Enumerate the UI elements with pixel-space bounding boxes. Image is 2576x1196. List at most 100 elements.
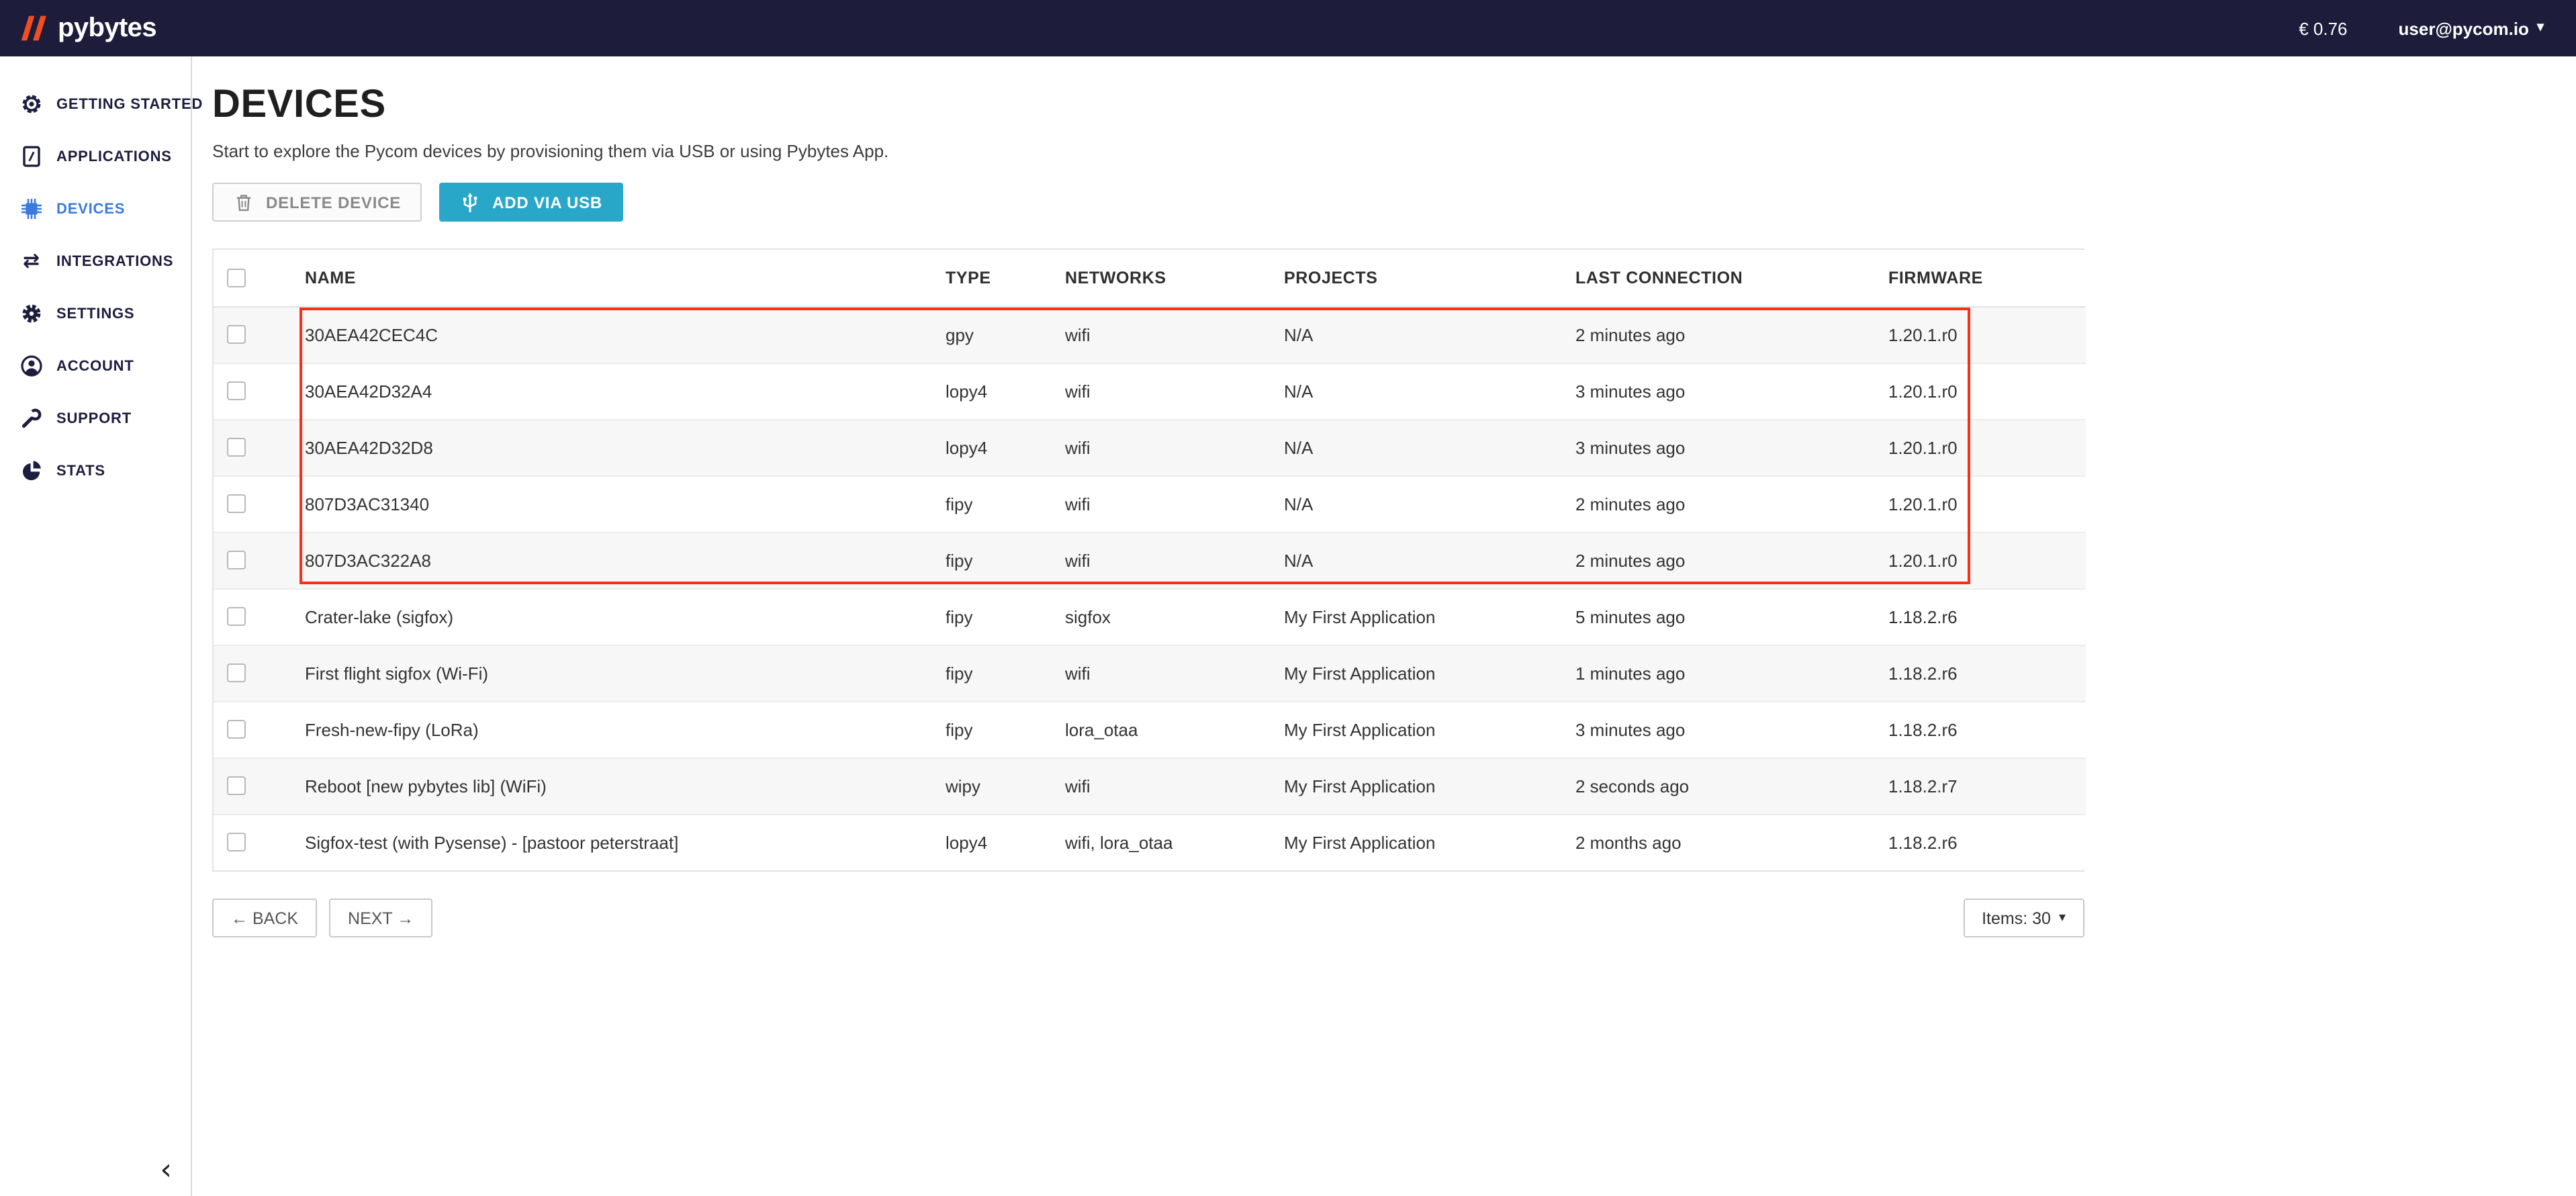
device-projects: My First Application [1284, 701, 1575, 757]
column-header-projects: PROJECTS [1284, 250, 1575, 306]
row-checkbox[interactable] [227, 438, 246, 457]
device-firmware: 1.18.2.r6 [1888, 701, 2086, 757]
actions-toolbar: DELETE DEVICE ADD VIA USB [212, 183, 2084, 222]
device-last-connection: 2 minutes ago [1575, 532, 1888, 588]
sidebar-item-integrations[interactable]: ⇄ INTEGRATIONS [0, 235, 191, 287]
device-type: lopy4 [946, 419, 1065, 475]
device-firmware: 1.20.1.r0 [1888, 419, 2086, 475]
sidebar-item-settings[interactable]: SETTINGS [0, 287, 191, 340]
sidebar-item-label: DEVICES [56, 201, 125, 217]
device-name[interactable]: 807D3AC322A8 [305, 532, 946, 588]
row-checkbox[interactable] [227, 551, 246, 569]
device-type: fipy [946, 532, 1065, 588]
device-name[interactable]: Reboot [new pybytes lib] (WiFi) [305, 757, 946, 814]
row-checkbox[interactable] [227, 776, 246, 795]
wrench-icon [20, 407, 43, 430]
device-name[interactable]: Fresh-new-fipy (LoRa) [305, 701, 946, 757]
device-projects: N/A [1284, 419, 1575, 475]
row-checkbox[interactable] [227, 494, 246, 513]
device-firmware: 1.20.1.r0 [1888, 306, 2086, 363]
device-name[interactable]: 30AEA42D32A4 [305, 363, 946, 419]
table-row: 30AEA42D32A4 lopy4 wifi N/A 3 minutes ag… [214, 363, 2086, 419]
sidebar-item-label: APPLICATIONS [56, 148, 172, 165]
device-type: fipy [946, 588, 1065, 645]
device-name[interactable]: Crater-lake (sigfox) [305, 588, 946, 645]
device-type: lopy4 [946, 814, 1065, 870]
topbar-right: € 0.76 user@pycom.io ▾ [2299, 18, 2544, 38]
sidebar-item-account[interactable]: ACCOUNT [0, 340, 191, 392]
device-type: fipy [946, 475, 1065, 532]
device-table-body: 30AEA42CEC4C gpy wifi N/A 2 minutes ago … [214, 306, 2086, 870]
table-row: Reboot [new pybytes lib] (WiFi) wipy wif… [214, 757, 2086, 814]
next-button[interactable]: NEXT → [329, 899, 432, 937]
device-type: wipy [946, 757, 1065, 814]
row-checkbox[interactable] [227, 607, 246, 626]
device-name[interactable]: Sigfox-test (with Pysense) - [pastoor pe… [305, 814, 946, 870]
user-menu[interactable]: user@pycom.io ▾ [2399, 18, 2544, 38]
device-type: gpy [946, 306, 1065, 363]
device-projects: My First Application [1284, 588, 1575, 645]
device-networks: wifi [1065, 532, 1284, 588]
device-networks: wifi [1065, 645, 1284, 701]
pybytes-logo[interactable]: pybytes [19, 13, 156, 44]
sidebar-item-support[interactable]: SUPPORT [0, 392, 191, 445]
pagination-bar: ← BACK NEXT → Items: 30 ▾ [212, 899, 2084, 937]
device-networks: wifi [1065, 475, 1284, 532]
device-last-connection: 2 minutes ago [1575, 306, 1888, 363]
device-projects: N/A [1284, 363, 1575, 419]
device-networks: sigfox [1065, 588, 1284, 645]
delete-device-button[interactable]: DELETE DEVICE [212, 183, 421, 222]
device-projects: My First Application [1284, 645, 1575, 701]
sidebar: GETTING STARTED APPLICATIONS [0, 56, 192, 1196]
add-via-usb-button[interactable]: ADD VIA USB [439, 183, 623, 222]
sidebar-item-label: SETTINGS [56, 306, 134, 322]
device-firmware: 1.20.1.r0 [1888, 475, 2086, 532]
device-last-connection: 2 seconds ago [1575, 757, 1888, 814]
select-all-checkbox[interactable] [227, 269, 246, 287]
device-name[interactable]: First flight sigfox (Wi-Fi) [305, 645, 946, 701]
device-networks: wifi [1065, 419, 1284, 475]
usb-icon [459, 191, 481, 213]
device-projects: My First Application [1284, 814, 1575, 870]
table-row: First flight sigfox (Wi-Fi) fipy wifi My… [214, 645, 2086, 701]
sidebar-item-applications[interactable]: APPLICATIONS [0, 130, 191, 183]
user-email: user@pycom.io [2399, 18, 2529, 38]
column-header-name: NAME [305, 250, 946, 306]
row-checkbox[interactable] [227, 720, 246, 739]
column-header-networks: NETWORKS [1065, 250, 1284, 306]
gear-outline-icon [20, 93, 43, 116]
sidebar-item-label: GETTING STARTED [56, 96, 203, 112]
device-name[interactable]: 807D3AC31340 [305, 475, 946, 532]
device-networks: lora_otaa [1065, 701, 1284, 757]
device-type: lopy4 [946, 363, 1065, 419]
row-checkbox[interactable] [227, 663, 246, 682]
row-checkbox[interactable] [227, 381, 246, 400]
device-firmware: 1.18.2.r6 [1888, 814, 2086, 870]
items-per-page-dropdown[interactable]: Items: 30 ▾ [1963, 899, 2084, 937]
logo-text: pybytes [58, 13, 156, 44]
column-header-firmware: FIRMWARE [1888, 250, 2086, 306]
row-checkbox[interactable] [227, 833, 246, 852]
table-row: 807D3AC322A8 fipy wifi N/A 2 minutes ago… [214, 532, 2086, 588]
row-checkbox[interactable] [227, 325, 246, 344]
sidebar-item-label: ACCOUNT [56, 358, 134, 374]
device-last-connection: 2 months ago [1575, 814, 1888, 870]
device-firmware: 1.18.2.r7 [1888, 757, 2086, 814]
device-last-connection: 3 minutes ago [1575, 419, 1888, 475]
sidebar-item-stats[interactable]: STATS [0, 445, 191, 497]
device-firmware: 1.20.1.r0 [1888, 532, 2086, 588]
device-last-connection: 3 minutes ago [1575, 701, 1888, 757]
sidebar-item-getting-started[interactable]: GETTING STARTED [0, 78, 191, 130]
sidebar-item-label: INTEGRATIONS [56, 253, 173, 269]
device-projects: My First Application [1284, 757, 1575, 814]
device-networks: wifi [1065, 306, 1284, 363]
sidebar-item-devices[interactable]: DEVICES [0, 183, 191, 235]
back-button[interactable]: ← BACK [212, 899, 317, 937]
pie-chart-icon [20, 459, 43, 482]
sidebar-collapse-chevron[interactable]: ‹ [160, 1156, 172, 1185]
device-projects: N/A [1284, 532, 1575, 588]
column-header-type: TYPE [946, 250, 1065, 306]
device-name[interactable]: 30AEA42CEC4C [305, 306, 946, 363]
device-name[interactable]: 30AEA42D32D8 [305, 419, 946, 475]
table-row: 807D3AC31340 fipy wifi N/A 2 minutes ago… [214, 475, 2086, 532]
